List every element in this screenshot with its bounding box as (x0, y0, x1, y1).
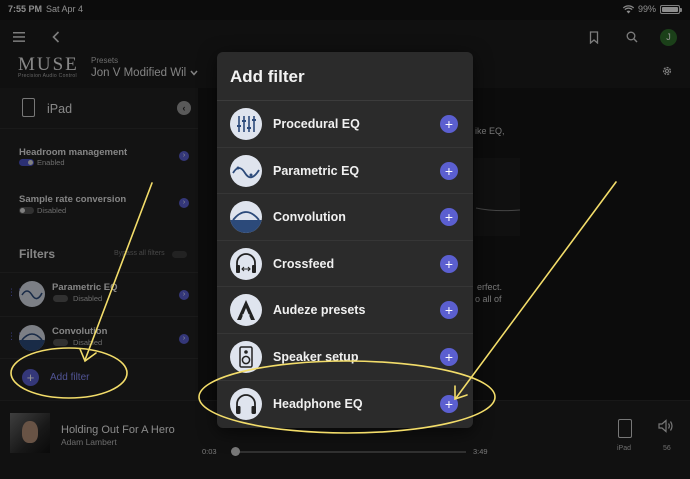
setting-title: Sample rate conversion (19, 194, 127, 205)
output-device-icon[interactable] (618, 419, 632, 438)
divider (0, 358, 198, 359)
bypass-toggle[interactable] (172, 251, 187, 258)
convolution-icon (19, 325, 45, 351)
elapsed-time: 0:03 (202, 447, 217, 456)
parametric-eq-icon (230, 154, 262, 187)
duration-time: 3:49 (473, 447, 488, 456)
background-text: ike EQ, (475, 126, 505, 136)
filter-option-convolution[interactable]: Convolution + (217, 194, 473, 241)
chevron-right-icon[interactable]: › (179, 151, 189, 161)
filter-option-procedural-eq[interactable]: Procedural EQ + (217, 101, 473, 148)
option-label: Parametric EQ (273, 163, 360, 178)
album-art[interactable] (10, 413, 50, 453)
option-label: Headphone EQ (273, 396, 363, 411)
sidebar: iPad ‹ Headroom management Enabled › Sam… (0, 88, 198, 400)
battery-icon (660, 4, 682, 14)
option-label: Audeze presets (273, 303, 366, 318)
filter-row[interactable]: ⋮⋮ Convolution Disabled › (0, 316, 198, 360)
add-parametric-eq-button[interactable]: + (440, 161, 458, 180)
add-speaker-setup-button[interactable]: + (440, 348, 458, 366)
speaker-icon (230, 341, 262, 373)
headroom-toggle[interactable] (19, 159, 34, 166)
device-row: iPad ‹ (0, 88, 198, 129)
status-time: 7:55 PM (8, 4, 43, 14)
filter-option-crossfeed[interactable]: Crossfeed + (217, 241, 473, 288)
wifi-icon (622, 4, 634, 13)
add-convolution-button[interactable]: + (440, 208, 458, 227)
audeze-icon (230, 294, 262, 327)
add-crossfeed-button[interactable]: + (440, 254, 458, 273)
background-text: o all of (475, 294, 502, 304)
procedural-eq-icon (230, 108, 262, 140)
sample-rate-toggle[interactable] (19, 207, 34, 214)
battery-percent: 99% (637, 4, 656, 14)
option-label: Convolution (273, 210, 346, 225)
tablet-icon (22, 98, 35, 117)
chevron-right-icon[interactable]: › (179, 198, 189, 208)
crossfeed-icon (230, 247, 262, 280)
parametric-eq-icon (19, 281, 45, 307)
add-filter-dialog: Add filter Procedural EQ + Parametric EQ… (217, 52, 473, 428)
user-avatar[interactable]: J (660, 29, 677, 46)
filters-heading: Filters (19, 247, 56, 261)
presets-label: Presets (91, 56, 119, 65)
track-title[interactable]: Holding Out For A Hero (61, 424, 175, 436)
setting-state: Enabled (37, 158, 65, 167)
headphone-icon (230, 387, 262, 420)
filter-option-headphone-eq[interactable]: Headphone EQ + (217, 381, 473, 428)
progress-knob[interactable] (231, 447, 241, 456)
back-icon[interactable] (52, 31, 60, 43)
volume-icon[interactable] (658, 419, 674, 433)
filter-row[interactable]: ⋮⋮ Parametric EQ Disabled › (0, 272, 198, 316)
setting-title: Headroom management (19, 147, 128, 158)
status-right: 99% (622, 4, 682, 14)
filter-state: Disabled (73, 338, 103, 347)
add-procedural-eq-button[interactable]: + (440, 115, 458, 133)
volume-level: 56 (663, 445, 671, 452)
filter-name: Parametric EQ (52, 282, 118, 293)
setting-state: Disabled (37, 206, 67, 215)
filter-option-audeze-presets[interactable]: Audeze presets + (217, 287, 473, 334)
status-bar: 7:55 PM Sat Apr 4 99% (0, 0, 690, 20)
filter-name: Convolution (52, 326, 108, 337)
add-filter-label: Add filter (50, 372, 90, 383)
convolution-icon (230, 201, 262, 234)
dialog-title: Add filter (230, 67, 305, 86)
battery-level (662, 6, 678, 12)
bookmark-icon[interactable] (589, 31, 599, 44)
background-graphic (474, 158, 521, 236)
gear-icon[interactable] (661, 65, 673, 77)
option-label: Procedural EQ (273, 117, 360, 131)
filter-state: Disabled (73, 294, 103, 303)
add-audeze-presets-button[interactable]: + (440, 301, 458, 320)
status-date: Sat Apr 4 (46, 4, 84, 14)
collapse-sidebar-button[interactable]: ‹ (177, 101, 191, 115)
filter-toggle[interactable] (53, 295, 68, 302)
chevron-right-icon[interactable]: › (179, 290, 189, 300)
logo-tagline: Precision Audio Control (18, 73, 77, 79)
bypass-label: Bypass all filters (114, 250, 165, 257)
option-label: Speaker setup (273, 350, 359, 364)
preset-selector[interactable]: Jon V Modified Wil (91, 67, 189, 79)
add-headphone-eq-button[interactable]: + (440, 394, 458, 413)
plus-icon: + (22, 369, 39, 386)
filter-toggle[interactable] (53, 339, 68, 346)
device-label: iPad (47, 102, 73, 116)
menu-icon[interactable] (13, 32, 25, 42)
filter-option-speaker-setup[interactable]: Speaker setup + (217, 334, 473, 381)
add-filter-button[interactable]: + Add filter (22, 369, 122, 387)
track-artist: Adam Lambert (61, 437, 117, 447)
output-device-label: iPad (617, 445, 632, 452)
chevron-down-icon[interactable] (190, 70, 198, 76)
background-text: erfect. (477, 282, 503, 292)
chevron-right-icon[interactable]: › (179, 334, 189, 344)
option-label: Crossfeed (273, 256, 335, 271)
progress-slider[interactable] (231, 447, 466, 456)
filter-option-parametric-eq[interactable]: Parametric EQ + (217, 148, 473, 195)
search-icon[interactable] (626, 31, 638, 43)
